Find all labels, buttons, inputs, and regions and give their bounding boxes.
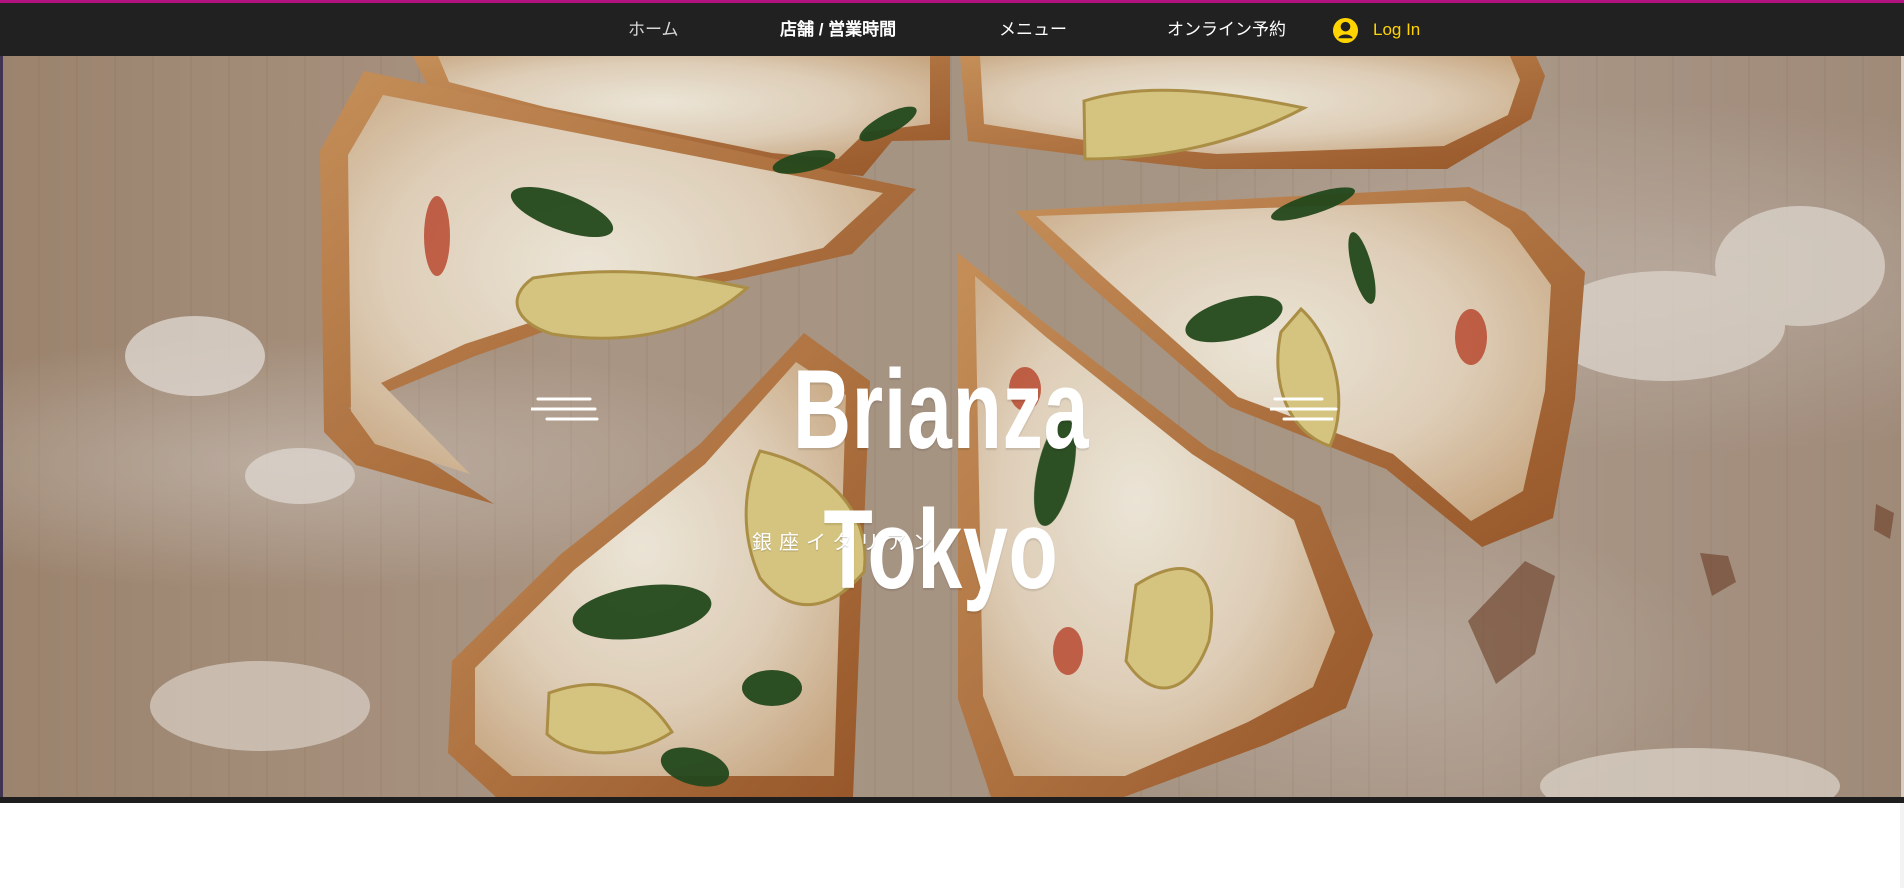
nav-item-menu[interactable]: メニュー xyxy=(999,3,1067,56)
content-area-below-hero xyxy=(0,803,1904,888)
nav-item-store-hours[interactable]: 店舗 / 営業時間 xyxy=(780,3,896,56)
hero-title-group: Brianza Tokyo xyxy=(531,340,1381,612)
hero-banner: Brianza Tokyo 銀座イタリアン xyxy=(0,56,1904,797)
speed-lines-icon xyxy=(1270,397,1338,421)
user-avatar-icon xyxy=(1332,17,1359,43)
hero-title: Brianza Tokyo xyxy=(792,347,1090,612)
speed-lines-icon xyxy=(531,397,599,421)
nav-item-online-reservation[interactable]: オンライン予約 xyxy=(1167,3,1286,56)
hero-subtitle: 銀座イタリアン xyxy=(752,532,940,554)
page-scroll-edge xyxy=(1900,803,1904,888)
login-label: Log In xyxy=(1373,20,1421,39)
login-button[interactable]: Log In xyxy=(1332,16,1420,44)
top-navigation-bar: ホーム 店舗 / 営業時間 メニュー オンライン予約 Log In xyxy=(0,3,1904,56)
nav-item-home[interactable]: ホーム xyxy=(628,3,679,56)
left-edge-highlight xyxy=(0,56,3,797)
web-page: ホーム 店舗 / 営業時間 メニュー オンライン予約 Log In Brianz… xyxy=(0,0,1904,888)
